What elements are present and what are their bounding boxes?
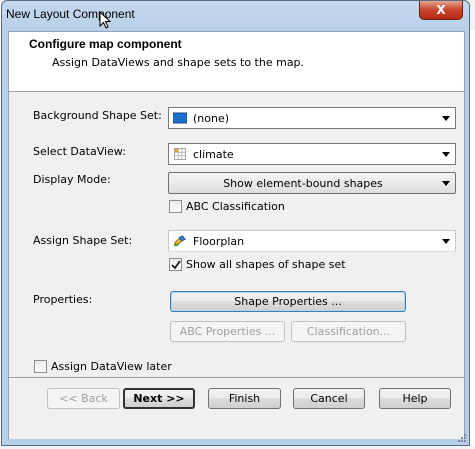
assign-dataview-later-checkbox[interactable]: [34, 360, 47, 373]
background-shape-set-value: (none): [193, 112, 230, 125]
shape-set-select[interactable]: Floorplan: [168, 230, 456, 252]
back-button[interactable]: << Back: [47, 388, 120, 409]
dialog-window: New Layout Component X Configure map com…: [1, 0, 470, 446]
show-all-shapes-label: Show all shapes of shape set: [186, 258, 346, 271]
wizard-header: Configure map component Assign DataViews…: [9, 32, 464, 92]
properties-label: Properties:: [33, 293, 93, 306]
display-mode-label: Display Mode:: [33, 173, 111, 186]
classification-button[interactable]: Classification...: [291, 321, 406, 342]
page-title: Configure map component: [29, 37, 182, 51]
chevron-down-icon: [442, 116, 450, 121]
wizard-footer: << Back Next >> Finish Cancel Help: [9, 377, 464, 439]
page-subtitle: Assign DataViews and shape sets to the m…: [52, 56, 305, 69]
title-bar[interactable]: New Layout Component X: [2, 1, 469, 31]
mouse-cursor-icon: [99, 11, 112, 29]
chevron-down-icon: [442, 239, 450, 244]
abc-properties-button[interactable]: ABC Properties ...: [170, 321, 285, 342]
window-title: New Layout Component: [6, 7, 135, 21]
next-button[interactable]: Next >>: [123, 388, 195, 409]
close-icon: X: [436, 3, 446, 17]
dialog-client-area: Configure map component Assign DataViews…: [8, 31, 465, 439]
chevron-down-icon: [442, 181, 450, 186]
background-shape-set-label: Background Shape Set:: [33, 109, 162, 122]
shape-swatch-icon: [173, 112, 187, 124]
assign-dataview-later-label: Assign DataView later: [51, 360, 172, 373]
dataview-select[interactable]: climate: [168, 143, 456, 165]
close-button[interactable]: X: [419, 1, 463, 20]
finish-button[interactable]: Finish: [208, 388, 281, 409]
dataview-value: climate: [193, 148, 234, 161]
help-button[interactable]: Help: [379, 388, 451, 409]
shape-set-value: Floorplan: [193, 235, 245, 248]
resize-grip-icon[interactable]: [457, 433, 467, 443]
display-mode-select[interactable]: Show element-bound shapes: [168, 172, 456, 194]
abc-classification-checkbox[interactable]: [169, 200, 182, 213]
assign-shape-set-label: Assign Shape Set:: [33, 234, 133, 247]
shape-properties-button[interactable]: Shape Properties ...: [170, 291, 406, 312]
cancel-button[interactable]: Cancel: [293, 388, 365, 409]
checkmark-icon: [171, 260, 181, 270]
abc-classification-label: ABC Classification: [186, 200, 285, 213]
select-dataview-label: Select DataView:: [33, 145, 126, 158]
chevron-down-icon: [442, 152, 450, 157]
dataview-grid-icon: [174, 148, 186, 160]
show-all-shapes-checkbox[interactable]: [169, 258, 182, 271]
display-mode-value: Show element-bound shapes: [223, 177, 383, 190]
floorplan-shapes-icon: [174, 235, 186, 247]
background-shape-set-select[interactable]: (none): [168, 107, 456, 129]
